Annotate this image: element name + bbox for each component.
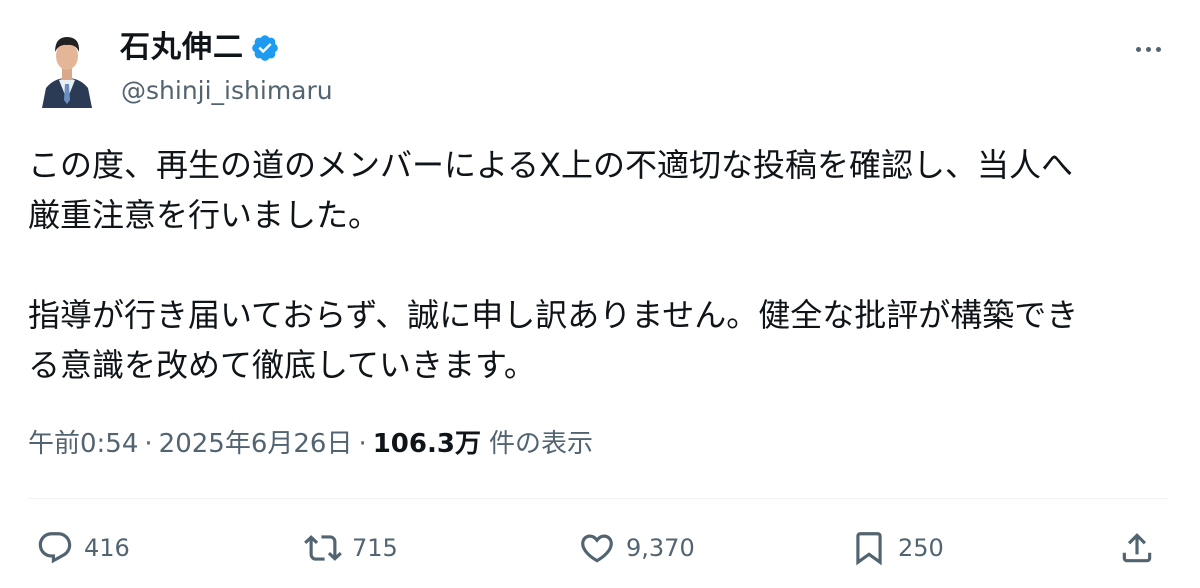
handle[interactable]: @shinji_ishimaru [121, 74, 333, 108]
divider [28, 498, 1168, 499]
more-dot-icon [1135, 46, 1141, 52]
post-date[interactable]: 2025年6月26日 [159, 429, 353, 459]
reply-button[interactable]: 416 [36, 524, 130, 572]
reply-count: 416 [84, 534, 130, 562]
avatar-image [40, 28, 94, 108]
post-time[interactable]: 午前0:54 [28, 429, 138, 459]
views-count[interactable]: 106.3万 [373, 429, 481, 459]
bookmark-button[interactable]: 250 [850, 524, 944, 572]
tweet-line: 厳重注意を行いました。 [28, 196, 381, 234]
share-icon [1122, 533, 1152, 563]
action-bar: 416 715 9,370 250 [0, 524, 1200, 572]
verified-badge-icon [252, 35, 278, 61]
tweet-line: この度、再生の道のメンバーによるX上の不適切な投稿を確認し、当人へ [28, 146, 1073, 184]
meta-separator: · [144, 429, 153, 459]
like-button[interactable]: 9,370 [578, 524, 695, 572]
repost-count: 715 [352, 534, 398, 562]
tweet-line: る意識を改めて徹底していきます。 [28, 346, 536, 384]
author-name-row[interactable]: 石丸伸二 [120, 28, 280, 68]
repost-icon [304, 535, 342, 561]
reply-icon [38, 532, 72, 564]
heart-icon [581, 534, 613, 563]
more-options-button[interactable] [1128, 34, 1168, 64]
views-label[interactable]: 件の表示 [489, 429, 593, 459]
bookmark-icon [856, 532, 882, 566]
display-name[interactable]: 石丸伸二 [120, 28, 244, 68]
repost-button[interactable]: 715 [304, 524, 398, 572]
avatar[interactable] [40, 28, 94, 108]
meta-separator: · [358, 429, 367, 459]
bookmark-count: 250 [898, 534, 944, 562]
more-dot-icon [1145, 46, 1151, 52]
like-count: 9,370 [626, 534, 695, 562]
tweet-meta: 午前0:54 · 2025年6月26日 · 106.3万 件の表示 [28, 424, 593, 464]
tweet-text: この度、再生の道のメンバーによるX上の不適切な投稿を確認し、当人へ 厳重注意を行… [28, 140, 1173, 390]
share-button[interactable] [1118, 524, 1156, 572]
tweet-line: 指導が行き届いておらず、誠に申し訳ありません。健全な批評が構築でき [28, 296, 1079, 334]
more-dot-icon [1155, 46, 1161, 52]
